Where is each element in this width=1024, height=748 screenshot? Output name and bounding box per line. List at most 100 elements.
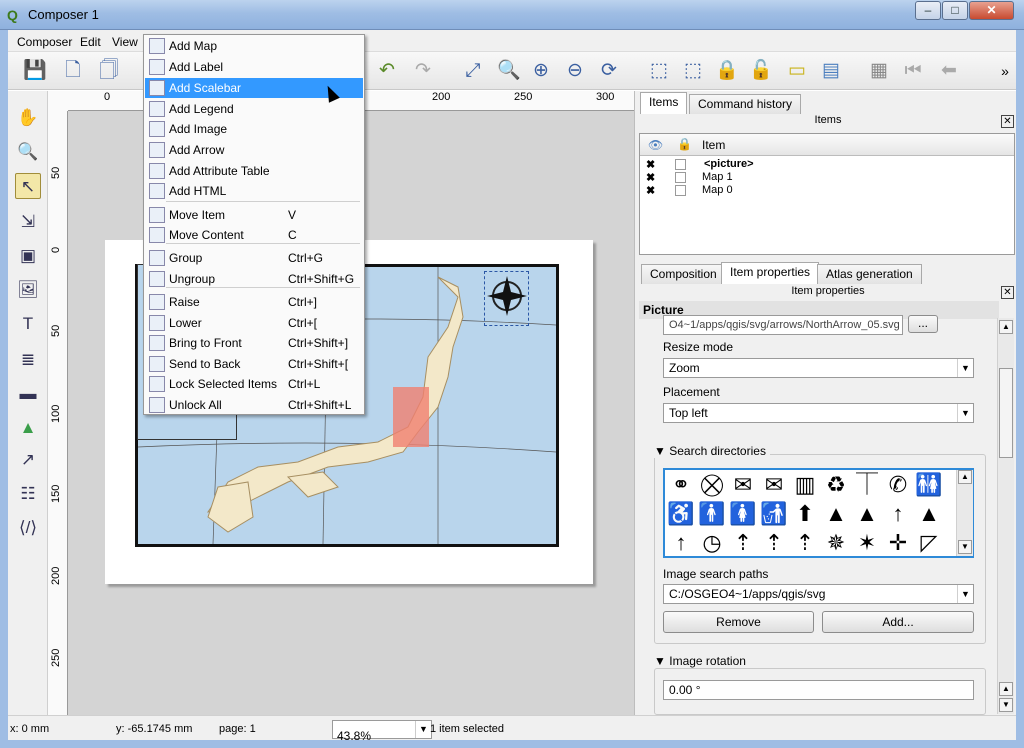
symbol-scrollbar[interactable]: ▲ ▼ <box>956 470 973 556</box>
svg-symbol-icon[interactable]: ✵ <box>822 530 850 556</box>
svg-symbol-grid[interactable]: ⚭ ⛒ ✉ ✉ ▥ ♻ ⏉ ✆ 🚻 ♿ 🚹 🚺 🚮 ⬆ ▲ ▲ ↑ ▲ ↑ ◷ ⇡ ⇡ ⇡ ✵ ✶ ✛ ◸ <box>663 468 974 558</box>
visible-check-icon[interactable]: ✖ <box>646 184 655 197</box>
menu-item-add-label[interactable]: Add Label <box>145 57 363 77</box>
tab-atlas-generation[interactable]: Atlas generation <box>817 264 922 284</box>
tab-composition[interactable]: Composition <box>641 264 726 284</box>
unlock-icon[interactable]: 🔓 <box>748 58 774 84</box>
svg-symbol-icon[interactable]: 🚮 <box>760 501 788 527</box>
svg-symbol-icon[interactable]: ◸ <box>915 530 943 556</box>
svg-symbol-icon[interactable]: ▲ <box>915 501 943 527</box>
zoom-select[interactable]: 43.8% ▼ <box>332 720 432 743</box>
close-icon[interactable]: ✕ <box>1001 286 1014 299</box>
minimize-button[interactable]: – <box>915 1 941 20</box>
svg-symbol-icon[interactable]: ⇡ <box>760 530 788 556</box>
close-icon[interactable]: ✕ <box>1001 115 1014 128</box>
scroll-up-icon[interactable]: ▲ <box>999 682 1013 696</box>
add-html-icon[interactable]: ⟨/⟩ <box>15 515 41 541</box>
svg-path-field[interactable]: O4~1/apps/qgis/svg/arrows/NorthArrow_05.… <box>663 315 903 335</box>
add-scalebar-icon[interactable]: ▬ <box>15 381 41 407</box>
table-row[interactable]: ✖ Map 1 <box>640 171 1014 184</box>
menu-item-add-html[interactable]: Add HTML <box>145 181 363 201</box>
group-icon[interactable]: ⬚ <box>646 58 672 84</box>
add-shape-icon[interactable]: ▲ <box>15 415 41 441</box>
add-table-icon[interactable]: ☷ <box>15 481 41 507</box>
redo-icon[interactable]: ↷ <box>410 58 436 84</box>
svg-symbol-icon[interactable]: ✶ <box>853 530 881 556</box>
svg-symbol-icon[interactable]: ▲ <box>822 501 850 527</box>
svg-symbol-icon[interactable]: ⇡ <box>729 530 757 556</box>
menu-item-move-item[interactable]: Move Item V <box>145 205 363 225</box>
table-row[interactable]: ✖ <picture> <box>640 158 1014 171</box>
svg-symbol-icon[interactable]: ▲ <box>853 501 881 527</box>
maximize-button[interactable]: □ <box>942 1 968 20</box>
menu-item-lower[interactable]: Lower Ctrl+[ <box>145 313 363 333</box>
svg-symbol-icon[interactable]: ⚭ <box>667 472 695 498</box>
menu-item-send-to-back[interactable]: Send to Back Ctrl+Shift+[ <box>145 354 363 374</box>
add-path-button[interactable]: Add... <box>822 611 974 633</box>
zoom-out-icon[interactable]: ⊖ <box>562 58 588 84</box>
browse-button[interactable]: ... <box>908 315 938 333</box>
add-arrow-icon[interactable]: ↗ <box>15 447 41 473</box>
svg-symbol-icon[interactable]: ♿ <box>667 501 695 527</box>
placement-select[interactable]: Top left ▼ <box>663 403 974 423</box>
add-image-icon[interactable]: 🖼 <box>15 277 41 303</box>
zoom-full-icon[interactable]: ⤢ <box>460 58 486 84</box>
pan-icon[interactable]: ✋ <box>15 105 41 131</box>
image-search-path-select[interactable]: C:/OSGEO4~1/apps/qgis/svg ▼ <box>663 584 974 604</box>
refresh-icon[interactable]: ⟳ <box>596 58 622 84</box>
svg-symbol-icon[interactable]: ⛒ <box>698 472 726 498</box>
align-icon[interactable]: ▤ <box>818 58 844 84</box>
scroll-down-icon[interactable]: ▼ <box>999 698 1013 712</box>
menu-item-add-map[interactable]: Add Map <box>145 36 363 56</box>
svg-symbol-icon[interactable]: ↑ <box>667 530 695 556</box>
properties-scrollbar[interactable]: ▲ ▲ ▼ <box>997 318 1014 714</box>
tab-command-history[interactable]: Command history <box>689 94 802 114</box>
scroll-up-icon[interactable]: ▲ <box>958 470 972 484</box>
resize-mode-select[interactable]: Zoom ▼ <box>663 358 974 378</box>
north-arrow-picture[interactable] <box>484 271 529 326</box>
menu-item-raise[interactable]: Raise Ctrl+] <box>145 292 363 312</box>
svg-symbol-icon[interactable]: ↑ <box>884 501 912 527</box>
svg-symbol-icon[interactable]: ◷ <box>698 530 726 556</box>
new-composer-icon[interactable]: 🗋 <box>60 58 86 84</box>
lock-checkbox[interactable] <box>675 172 686 183</box>
tab-items[interactable]: Items <box>640 92 688 114</box>
search-directories-header[interactable]: ▼ Search directories <box>654 444 770 458</box>
duplicate-composer-icon[interactable]: 🗍 <box>96 58 122 84</box>
svg-symbol-icon[interactable]: ⇡ <box>791 530 819 556</box>
zoom-actual-icon[interactable]: 🔍 <box>496 58 522 84</box>
close-button[interactable]: ✕ <box>969 1 1014 20</box>
select-move-icon[interactable]: ↖ <box>15 173 41 199</box>
lock-column-icon[interactable]: 🔒 <box>677 137 692 151</box>
eye-icon[interactable]: 👁 <box>648 138 663 152</box>
svg-symbol-icon[interactable]: ✛ <box>884 530 912 556</box>
undo-icon[interactable]: ↶ <box>374 58 400 84</box>
menu-composer[interactable]: Composer <box>17 35 72 49</box>
scroll-thumb[interactable] <box>999 368 1013 458</box>
scroll-up-icon[interactable]: ▲ <box>999 320 1013 334</box>
atlas-icon[interactable]: ▦ <box>866 58 892 84</box>
add-label-icon[interactable]: T <box>15 311 41 337</box>
visible-check-icon[interactable]: ✖ <box>646 158 655 171</box>
svg-symbol-icon[interactable]: 🚺 <box>729 501 757 527</box>
menu-item-move-content[interactable]: Move Content C <box>145 225 363 245</box>
add-legend-icon[interactable]: ≣ <box>15 347 41 373</box>
save-icon[interactable]: 💾 <box>22 58 48 84</box>
zoom-tool-icon[interactable]: 🔍 <box>15 139 41 165</box>
svg-symbol-icon[interactable]: ⬆ <box>791 501 819 527</box>
menu-item-bring-to-front[interactable]: Bring to Front Ctrl+Shift+] <box>145 333 363 353</box>
svg-symbol-icon[interactable]: ♻ <box>822 472 850 498</box>
svg-symbol-icon[interactable]: ⏉ <box>853 472 881 498</box>
menu-item-add-image[interactable]: Add Image <box>145 119 363 139</box>
svg-symbol-icon[interactable]: 🚹 <box>698 501 726 527</box>
menu-edit[interactable]: Edit <box>80 35 101 49</box>
previous-feature-icon[interactable]: ⬅ <box>936 58 962 84</box>
table-row[interactable]: ✖ Map 0 <box>640 184 1014 197</box>
remove-path-button[interactable]: Remove <box>663 611 814 633</box>
toolbar-more-button[interactable]: » <box>998 58 1012 84</box>
raise-icon[interactable]: ▭ <box>784 58 810 84</box>
image-rotation-header[interactable]: ▼ Image rotation <box>654 654 750 668</box>
menu-item-add-attribute-table[interactable]: Add Attribute Table <box>145 161 363 181</box>
svg-symbol-icon[interactable]: ✆ <box>884 472 912 498</box>
svg-symbol-icon[interactable]: ✉ <box>729 472 757 498</box>
